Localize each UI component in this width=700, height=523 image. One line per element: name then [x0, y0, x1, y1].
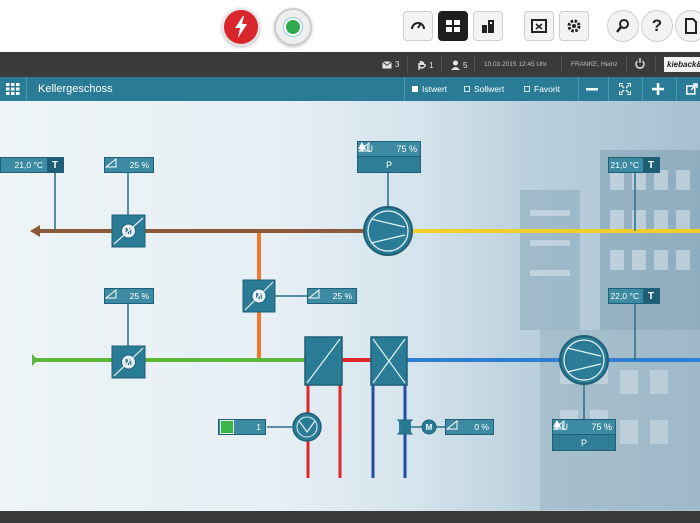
title-bar: Kellergeschoss Istwert Sollwert Favorit	[0, 77, 700, 101]
power-icon	[635, 58, 645, 69]
settings-button[interactable]	[559, 11, 589, 41]
screen-button[interactable]	[524, 11, 554, 41]
temp-extract-value: 21,0 °C	[609, 158, 643, 172]
fit-screen-icon[interactable]	[619, 83, 631, 95]
outdoor-damper[interactable]: M	[111, 345, 146, 379]
exhaust-damper[interactable]: M	[111, 214, 146, 248]
document-button[interactable]	[675, 10, 700, 42]
ramp-icon	[308, 289, 328, 303]
ramp-icon	[446, 420, 466, 434]
outdoor-damper-value: 25 %	[125, 289, 153, 303]
status-bar: 3 1 5 10.03.2015 12:45 Uhr FRANKE, Heinz…	[0, 52, 700, 77]
power-button[interactable]	[635, 58, 645, 69]
page-title: Kellergeschoss	[38, 83, 113, 95]
user-icon	[451, 60, 460, 70]
temp-sensor-exhaust[interactable]: 21,0 °C T	[0, 157, 64, 173]
messages-count: 3	[395, 60, 400, 69]
zoom-in-icon[interactable]	[652, 83, 664, 95]
option-favorit[interactable]: Favorit	[524, 84, 560, 94]
brand-logo: kieback&peter	[664, 57, 700, 72]
triangle-up-icon	[553, 420, 561, 427]
recirc-damper-position[interactable]: 25 %	[307, 288, 357, 304]
cooling-coil[interactable]	[370, 336, 408, 386]
option-sollwert-label: Sollwert	[474, 84, 505, 94]
pressure-label: P	[385, 159, 392, 170]
bottom-bar	[0, 511, 700, 523]
ok-status-button[interactable]	[274, 8, 312, 46]
users-count: 5	[463, 60, 468, 70]
supply-fan[interactable]	[559, 335, 609, 385]
pump-running-led	[220, 420, 234, 434]
status-ok-indicator	[284, 18, 302, 36]
hvac-schematic: M M M	[0, 101, 700, 511]
exhaust-damper-value: 25 %	[125, 158, 153, 172]
exhaust-fan-speed: 75 %	[396, 144, 417, 154]
option-favorit-label: Favorit	[534, 84, 560, 94]
top-toolbar: ?	[0, 0, 700, 52]
outdoor-inlet-icon	[32, 354, 38, 366]
screen-icon	[531, 19, 547, 33]
recirc-damper[interactable]: M	[242, 279, 276, 313]
temp-tag: T	[643, 158, 659, 172]
outdoor-damper-position[interactable]: 25 %	[104, 288, 154, 304]
triangle-up-icon	[358, 142, 366, 149]
popout-icon[interactable]	[686, 83, 698, 95]
current-user: FRANKE, Heinz	[571, 61, 618, 68]
schematic-icon	[446, 20, 460, 32]
help-button[interactable]: ?	[641, 10, 673, 42]
heating-pump[interactable]	[292, 412, 322, 442]
checkbox-sollwert[interactable]	[464, 86, 470, 92]
messages-indicator[interactable]: 3	[382, 60, 399, 69]
hand-icon	[418, 61, 426, 70]
temp-exhaust-value: 21,0 °C	[1, 158, 47, 172]
users-indicator[interactable]: 5	[451, 60, 467, 70]
temp-sensor-supply[interactable]: 22,0 °C T	[608, 288, 660, 304]
heating-coil[interactable]	[304, 336, 343, 386]
ramp-icon	[105, 289, 125, 303]
temp-tag: T	[47, 158, 63, 172]
datetime: 10.03.2015 12:45 Uhr	[484, 61, 547, 68]
gear-icon	[567, 19, 581, 33]
building-icon	[482, 20, 494, 33]
search-button[interactable]	[607, 10, 639, 42]
recirc-damper-value: 25 %	[328, 289, 356, 303]
supply-fan-speed: 75 %	[591, 422, 612, 432]
document-icon	[685, 18, 697, 34]
grid-menu-icon[interactable]	[6, 83, 20, 95]
gauge-button[interactable]	[403, 11, 433, 41]
building-background	[520, 150, 700, 510]
option-sollwert[interactable]: Sollwert	[464, 84, 504, 94]
svg-text:M: M	[426, 423, 433, 432]
gauge-icon	[411, 22, 425, 30]
manual-count: 1	[429, 60, 434, 70]
zoom-out-icon[interactable]	[586, 84, 598, 94]
exhaust-fan[interactable]	[363, 206, 413, 256]
envelope-icon	[382, 60, 392, 68]
exhaust-fan-control[interactable]: FU 75 % P	[357, 141, 421, 173]
schematic-button[interactable]	[438, 11, 468, 41]
search-icon	[616, 19, 629, 33]
temp-sensor-extract[interactable]: 21,0 °C T	[608, 157, 660, 173]
pump-status-value: 1	[256, 422, 261, 432]
pressure-label: P	[580, 437, 587, 448]
temp-tag: T	[643, 289, 659, 303]
checkbox-istwert[interactable]	[412, 86, 418, 92]
manual-indicator[interactable]: 1	[417, 60, 433, 70]
option-istwert-label: Istwert	[422, 84, 448, 94]
alarm-button[interactable]	[222, 8, 260, 46]
cooling-valve-position[interactable]: 0 %	[445, 419, 494, 435]
option-istwert[interactable]: Istwert	[412, 84, 447, 94]
supply-fan-control[interactable]: FU 75 % P	[552, 419, 616, 451]
exhaust-arrow-icon	[30, 225, 40, 237]
ramp-icon	[105, 158, 125, 172]
checkbox-favorit[interactable]	[524, 86, 530, 92]
exhaust-damper-position[interactable]: 25 %	[104, 157, 154, 173]
pump-status[interactable]: 1	[218, 419, 266, 435]
help-icon: ?	[651, 16, 663, 35]
building-button[interactable]	[473, 11, 503, 41]
lightning-icon	[235, 16, 247, 38]
cooling-valve-value: 0 %	[466, 420, 493, 434]
temp-supply-value: 22,0 °C	[609, 289, 643, 303]
